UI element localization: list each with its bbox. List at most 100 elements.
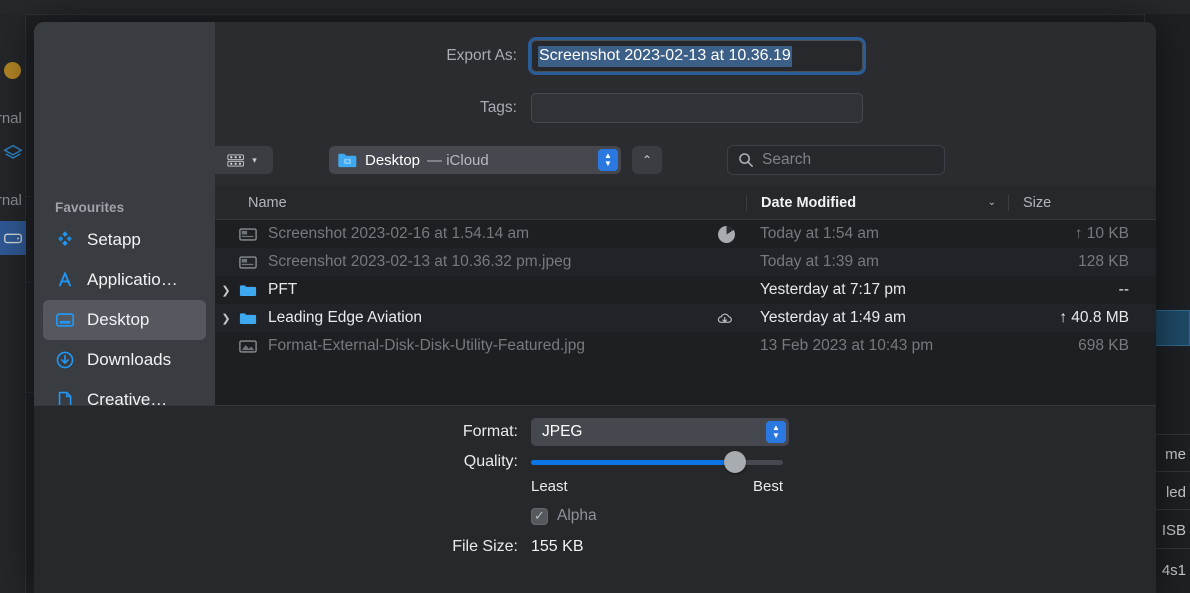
format-popup-button[interactable]: JPEG ▲ ▼ — [531, 418, 789, 446]
table-row[interactable]: Screenshot 2023-02-16 at 1.54.14 am Toda… — [215, 220, 1156, 248]
sidebar-item-downloads[interactable]: Downloads — [43, 340, 206, 380]
background-selected-disk-row — [0, 221, 26, 255]
column-header-name[interactable]: Name — [215, 195, 746, 211]
search-placeholder: Search — [762, 151, 812, 168]
file-size-label: File Size: — [452, 538, 518, 555]
alpha-checkbox[interactable]: ✓ — [531, 507, 548, 525]
sidebar-item-label: Downloads — [87, 350, 172, 369]
format-value: JPEG — [542, 423, 583, 440]
quality-min-label: Least — [531, 478, 568, 495]
folder-icon — [237, 311, 259, 326]
app-store-icon — [54, 269, 76, 291]
search-field[interactable]: Search — [727, 145, 945, 175]
quality-slider-thumb[interactable] — [724, 451, 747, 473]
file-date: Yesterday at 7:17 pm — [760, 281, 906, 298]
table-row[interactable]: ❯ Leading Edge Aviation Yesterday at 1:4… — [215, 304, 1156, 332]
browser-body: Favourites Setapp Applicatio… Desktop Do… — [34, 22, 1156, 593]
folder-icon — [237, 283, 259, 298]
file-name: Leading Edge Aviation — [268, 309, 422, 326]
file-name: Screenshot 2023-02-16 at 1.54.14 am — [268, 225, 530, 242]
file-name: Format-External-Disk-Disk-Utility-Featur… — [268, 337, 585, 354]
file-size-row: File Size: 155 KB — [34, 538, 1156, 556]
screenshot-file-icon — [237, 255, 259, 270]
file-date: Today at 1:54 am — [760, 225, 879, 242]
icloud-download-icon[interactable] — [706, 310, 746, 327]
collapse-button[interactable]: ⌃ — [632, 146, 662, 174]
column-headers: Name Date Modified ⌄ Size — [215, 186, 1156, 220]
sidebar-item-desktop[interactable]: Desktop — [43, 300, 206, 340]
sidebar-group-favourites: Favourites — [55, 200, 125, 215]
background-titlebar — [0, 0, 1190, 14]
filename-input-value[interactable]: Screenshot 2023-02-13 at 10.36.19 — [538, 45, 792, 67]
export-options-panel: Format: JPEG ▲▼ Quality: Least Best ✓ A — [34, 405, 1156, 593]
file-size: 128 KB — [1078, 253, 1129, 270]
background-detail-text-2: led — [1165, 484, 1186, 501]
sidebar-item-label: Desktop — [87, 310, 150, 329]
check-icon: ✓ — [534, 508, 545, 523]
sidebar-item-label: Setapp — [87, 230, 141, 249]
location-suffix: — iCloud — [427, 151, 489, 169]
file-size-value: 155 KB — [531, 538, 584, 555]
group-view-button[interactable]: ▾ — [211, 146, 273, 174]
quality-row: Quality: — [34, 451, 1156, 473]
setapp-icon — [54, 229, 76, 251]
table-row[interactable]: Format-External-Disk-Disk-Utility-Featur… — [215, 332, 1156, 360]
quality-scale-labels: Least Best — [531, 478, 783, 495]
search-icon — [739, 153, 753, 167]
chevron-up-icon: ⌃ — [641, 153, 653, 167]
file-size: 698 KB — [1078, 337, 1129, 354]
quality-max-label: Best — [752, 478, 783, 495]
desktop-icon — [54, 309, 76, 331]
file-name: Screenshot 2023-02-13 at 10.36.32 pm.jpe… — [268, 253, 572, 270]
chevron-down-icon: ▾ — [252, 154, 257, 165]
sort-chevron-icon: ⌄ — [987, 197, 996, 208]
file-date: Today at 1:39 am — [760, 253, 879, 270]
disclosure-triangle[interactable]: ❯ — [215, 312, 237, 325]
location-name: Desktop — [365, 151, 421, 169]
export-dialog: Export As: Screenshot 2023-02-13 at 10.3… — [34, 22, 1156, 593]
sidebar-item-setapp[interactable]: Setapp — [43, 220, 206, 260]
table-row[interactable]: ❯ PFT Yesterday at 7:17 pm -- — [215, 276, 1156, 304]
background-sidebar-label-external-2: ...ernal — [0, 192, 22, 209]
background-detail-text-1: me — [1165, 446, 1186, 463]
file-size: ↑ 40.8 MB — [1059, 309, 1129, 326]
screenshot-file-icon — [237, 227, 259, 242]
sidebar-item-label: Applicatio… — [87, 270, 178, 289]
file-name: PFT — [268, 281, 298, 298]
quality-slider-fill — [531, 459, 736, 465]
image-file-icon — [237, 339, 259, 354]
background-sidebar: ...ernal ...ernal — [0, 14, 26, 593]
disclosure-triangle[interactable]: ❯ — [215, 284, 237, 297]
column-header-size[interactable]: Size — [1008, 194, 1156, 211]
quality-slider[interactable] — [531, 451, 783, 473]
sidebar-item-applications[interactable]: Applicatio… — [43, 260, 206, 300]
background-sidebar-label-external-1: ...ernal — [0, 110, 22, 127]
file-size: ↑ 10 KB — [1074, 225, 1129, 242]
downloads-icon — [54, 349, 76, 371]
table-row[interactable]: Screenshot 2023-02-13 at 10.36.32 pm.jpe… — [215, 248, 1156, 276]
background-detail-text-3: ISB — [1161, 522, 1186, 539]
filename-field[interactable]: Screenshot 2023-02-13 at 10.36.19 — [528, 37, 866, 75]
file-list-pane: Name Date Modified ⌄ Size Screenshot 202… — [215, 186, 1156, 405]
places-sidebar: Favourites Setapp Applicatio… Desktop Do… — [34, 22, 215, 593]
format-label: Format: — [462, 423, 518, 440]
file-rows[interactable]: Screenshot 2023-02-16 at 1.54.14 am Toda… — [215, 220, 1156, 405]
alpha-row: ✓ Alpha — [531, 507, 1156, 525]
background-detail-text-4: 4s1 — [1161, 562, 1186, 579]
file-size: -- — [1118, 281, 1129, 298]
popup-stepper-icon[interactable]: ▲ ▼ — [598, 149, 618, 171]
folder-icon — [338, 153, 357, 168]
popup-stepper-icon[interactable]: ▲ ▼ — [766, 421, 786, 443]
tags-input[interactable] — [531, 93, 863, 123]
group-view-icon — [227, 153, 245, 167]
quality-label: Quality: — [463, 453, 518, 470]
location-popup-button[interactable]: Desktop — iCloud ▲ ▼ — [329, 146, 621, 174]
progress-pie-icon — [706, 225, 746, 243]
file-date: Yesterday at 1:49 am — [760, 309, 906, 326]
alpha-label: Alpha — [557, 507, 597, 524]
column-header-date-modified[interactable]: Date Modified ⌄ — [746, 194, 1008, 211]
background-layers-icon — [2, 142, 24, 164]
background-status-dot — [4, 62, 21, 79]
file-date: 13 Feb 2023 at 10:43 pm — [760, 337, 934, 354]
format-row: Format: JPEG ▲ ▼ — [34, 418, 1156, 446]
